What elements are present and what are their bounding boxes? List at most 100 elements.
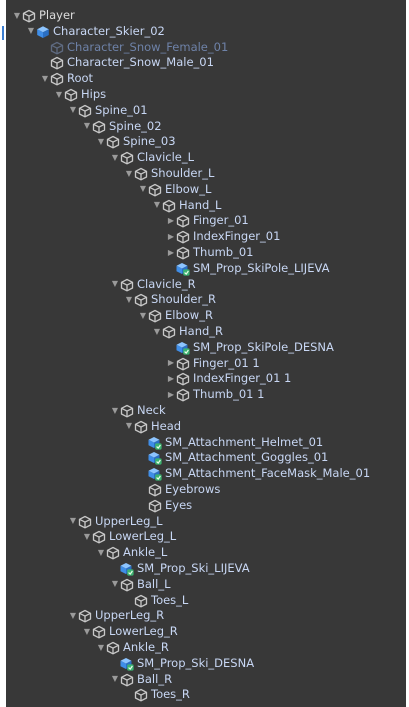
hierarchy-item-thumb-01[interactable]: ▶ Thumb_01 (6, 244, 406, 260)
hierarchy-item-sm-attachment-goggles-01[interactable]: SM_Attachment_Goggles_01› (6, 449, 406, 465)
expand-arrow-closed-icon[interactable]: ▶ (166, 212, 176, 228)
gameobject-icon (176, 356, 190, 371)
hierarchy-item-root[interactable]: ▼ Root (6, 70, 406, 86)
hierarchy-item-hand-l[interactable]: ▼ Hand_L (6, 197, 406, 213)
hierarchy-item-sm-attachment-facemask-male-01[interactable]: SM_Attachment_FaceMask_Male_01› (6, 465, 406, 481)
hierarchy-item-lowerleg-r[interactable]: ▼ LowerLeg_R (6, 623, 406, 639)
expand-arrow-open-icon[interactable]: ▼ (40, 70, 50, 86)
hierarchy-item-neck[interactable]: ▼ Neck (6, 402, 406, 418)
expand-arrow-open-icon[interactable]: ▼ (138, 307, 148, 323)
hierarchy-item-elbow-r[interactable]: ▼ Elbow_R (6, 307, 406, 323)
hierarchy-item-toes-l[interactable]: Toes_L (6, 592, 406, 608)
hierarchy-item-clavicle-l[interactable]: ▼ Clavicle_L (6, 149, 406, 165)
hierarchy-item-eyes[interactable]: Eyes (6, 497, 406, 513)
expand-arrow-open-icon[interactable]: ▼ (68, 102, 78, 118)
expand-arrow-open-icon[interactable]: ▼ (124, 291, 134, 307)
hierarchy-item-character-snow-female-01[interactable]: Character_Snow_Female_01 (6, 39, 406, 55)
hierarchy-item-label: Finger_01 1 (193, 355, 260, 370)
expand-arrow-open-icon[interactable]: ▼ (68, 513, 78, 529)
expand-arrow-closed-icon[interactable]: ▶ (166, 244, 176, 260)
hierarchy-item-clavicle-r[interactable]: ▼ Clavicle_R (6, 276, 406, 292)
hierarchy-item-label: SM_Attachment_Helmet_01 (165, 434, 324, 449)
expand-arrow-open-icon[interactable]: ▼ (82, 623, 92, 639)
hierarchy-item-sm-prop-skipole-desna[interactable]: SM_Prop_SkiPole_DESNA› (6, 339, 406, 355)
hierarchy-item-label: UpperLeg_R (95, 608, 165, 623)
hierarchy-item-lowerleg-l[interactable]: ▼ LowerLeg_L (6, 528, 406, 544)
expand-arrow-open-icon[interactable]: ▼ (110, 402, 120, 418)
gameobject-icon (78, 514, 92, 529)
hierarchy-item-upperleg-r[interactable]: ▼ UpperLeg_R (6, 607, 406, 623)
hierarchy-item-spine-03[interactable]: ▼ Spine_03 (6, 133, 406, 149)
expand-arrow-open-icon[interactable]: ▼ (110, 671, 120, 687)
hierarchy-item-sm-prop-ski-lijeva[interactable]: SM_Prop_Ski_LIJEVA› (6, 560, 406, 576)
hierarchy-item-ball-l[interactable]: ▼ Ball_L (6, 576, 406, 592)
hierarchy-item-label: Spine_01 (95, 102, 148, 117)
gameobject-icon (92, 529, 106, 544)
expand-arrow-open-icon[interactable]: ▼ (152, 197, 162, 213)
hierarchy-item-upperleg-l[interactable]: ▼ UpperLeg_L (6, 513, 406, 529)
hierarchy-item-shoulder-l[interactable]: ▼ Shoulder_L (6, 165, 406, 181)
expand-arrow-closed-icon[interactable]: ▶ (166, 355, 176, 371)
prefab-icon (36, 24, 50, 38)
gameobject-icon (78, 103, 92, 118)
expand-arrow-open-icon[interactable]: ▼ (82, 118, 92, 134)
hierarchy-item-character-snow-male-01[interactable]: Character_Snow_Male_01 (6, 54, 406, 70)
hierarchy-item-ball-r[interactable]: ▼ Ball_R (6, 671, 406, 687)
expand-arrow-open-icon[interactable]: ▼ (138, 181, 148, 197)
hierarchy-item-label: Thumb_01 1 (193, 387, 265, 402)
hierarchy-item-shoulder-r[interactable]: ▼ Shoulder_R (6, 291, 406, 307)
gameobject-icon (134, 419, 148, 434)
hierarchy-item-label: Shoulder_R (151, 292, 216, 307)
hierarchy-item-hips[interactable]: ▼ Hips (6, 86, 406, 102)
expand-arrow-closed-icon[interactable]: ▶ (166, 370, 176, 386)
expand-arrow-open-icon[interactable]: ▼ (96, 639, 106, 655)
hierarchy-item-sm-prop-skipole-lijeva[interactable]: SM_Prop_SkiPole_LIJEVA› (6, 260, 406, 276)
expand-arrow-open-icon[interactable]: ▼ (12, 7, 22, 23)
hierarchy-item-label: Finger_01 (193, 213, 249, 228)
gameobject-icon (106, 640, 120, 655)
hierarchy-item-ankle-l[interactable]: ▼ Ankle_L (6, 544, 406, 560)
hierarchy-item-thumb-01-1[interactable]: ▶ Thumb_01 1 (6, 386, 406, 402)
hierarchy-item-toes-r[interactable]: Toes_R (6, 686, 406, 702)
expand-arrow-open-icon[interactable]: ▼ (26, 23, 36, 39)
expand-arrow-closed-icon[interactable]: ▶ (166, 386, 176, 402)
gameobject-icon (22, 8, 36, 23)
hierarchy-item-finger-01[interactable]: ▶ Finger_01 (6, 212, 406, 228)
expand-arrow-open-icon[interactable]: ▼ (54, 86, 64, 102)
hierarchy-item-hand-r[interactable]: ▼ Hand_R (6, 323, 406, 339)
expand-arrow-open-icon[interactable]: ▼ (96, 544, 106, 560)
hierarchy-item-label: Hips (81, 87, 107, 101)
expand-arrow-open-icon[interactable]: ▼ (110, 149, 120, 165)
hierarchy-item-indexfinger-01[interactable]: ▶ IndexFinger_01 (6, 228, 406, 244)
hierarchy-item-spine-01[interactable]: ▼ Spine_01 (6, 102, 406, 118)
expand-arrow-open-icon[interactable]: ▼ (82, 528, 92, 544)
hierarchy-item-eyebrows[interactable]: Eyebrows (6, 481, 406, 497)
expand-arrow-closed-icon[interactable]: ▶ (166, 228, 176, 244)
expand-arrow-open-icon[interactable]: ▼ (68, 607, 78, 623)
hierarchy-item-player[interactable]: ▼ Player (6, 7, 406, 23)
hierarchy-item-spine-02[interactable]: ▼ Spine_02 (6, 118, 406, 134)
hierarchy-item-sm-prop-ski-desna[interactable]: SM_Prop_Ski_DESNA› (6, 655, 406, 671)
hierarchy-item-label: Elbow_L (165, 181, 212, 196)
hierarchy-item-ankle-r[interactable]: ▼ Ankle_R (6, 639, 406, 655)
hierarchy-item-finger-01-1[interactable]: ▶ Finger_01 1 (6, 355, 406, 371)
gameobject-icon (176, 229, 190, 244)
hierarchy-item-indexfinger-01-1[interactable]: ▶ IndexFinger_01 1 (6, 370, 406, 386)
hierarchy-item-label: SM_Prop_Ski_DESNA (137, 655, 255, 670)
hierarchy-item-elbow-l[interactable]: ▼ Elbow_L (6, 181, 406, 197)
expand-arrow-open-icon[interactable]: ▼ (152, 323, 162, 339)
hierarchy-item-sm-attachment-helmet-01[interactable]: SM_Attachment_Helmet_01› (6, 434, 406, 450)
hierarchy-item-character-skier-02[interactable]: ▼Character_Skier_02› (6, 23, 406, 39)
hierarchy-panel: ▼Player▼Character_Skier_02›Character_Sno… (6, 0, 406, 707)
prefab-model-icon (120, 561, 134, 576)
hierarchy-item-head[interactable]: ▼ Head (6, 418, 406, 434)
expand-arrow-open-icon[interactable]: ▼ (110, 276, 120, 292)
hierarchy-item-label: Root (67, 71, 94, 86)
gameobject-icon (148, 498, 162, 513)
expand-arrow-open-icon[interactable]: ▼ (124, 165, 134, 181)
expand-arrow-open-icon[interactable]: ▼ (124, 418, 134, 434)
expand-arrow-open-icon[interactable]: ▼ (110, 576, 120, 592)
hierarchy-item-label: Thumb_01 (193, 245, 254, 259)
expand-arrow-open-icon[interactable]: ▼ (96, 133, 106, 149)
hierarchy-item-label: Head (151, 418, 182, 433)
